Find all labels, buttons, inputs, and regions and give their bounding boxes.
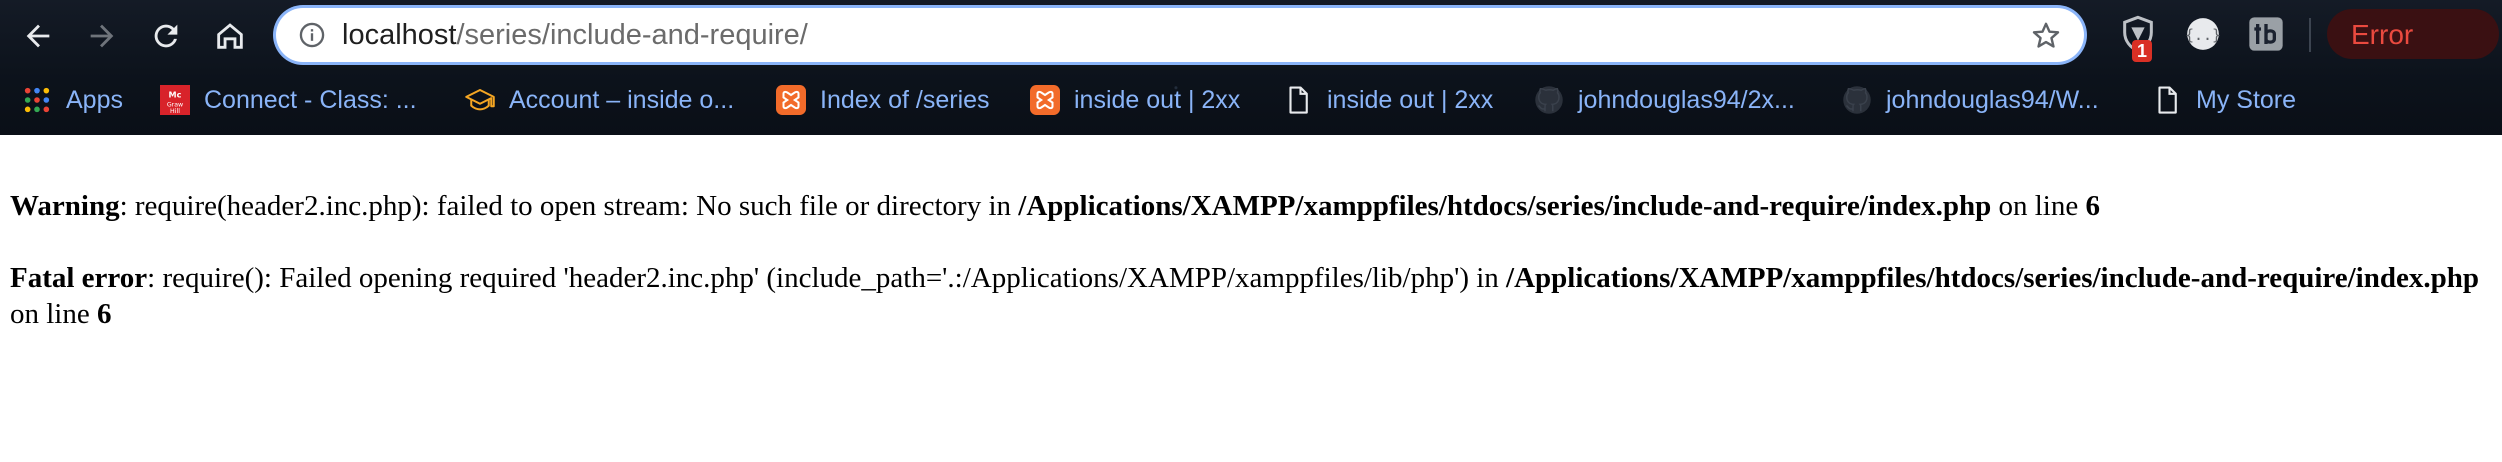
bookmark-johndouglas94-2x[interactable]: johndouglas94/2x... [1534,82,1795,118]
browser-chrome: localhost/series/include-and-require/ 1 … [0,0,2502,135]
bookmark-label: johndouglas94/2x... [1578,86,1795,114]
warning-text: : require(header2.inc.php): failed to op… [119,190,1019,222]
bookmark-connect-class[interactable]: Mc Graw Hill Connect - Class: ... [160,82,417,118]
bookmark-inside-out-1[interactable]: inside out | 2xx [1030,82,1240,118]
bookmark-label: Account – inside o... [509,86,735,114]
bookmark-index-of-series[interactable]: Index of /series [776,82,990,118]
back-arrow-icon [26,24,50,48]
tb-extension-icon [2249,17,2283,51]
bookmark-label: Apps [66,86,123,114]
bookmark-label: johndouglas94/W... [1886,86,2099,114]
reload-button[interactable] [144,14,188,58]
bookmark-inside-out-2[interactable]: inside out | 2xx [1283,82,1493,118]
profile-error-label: Error [2351,19,2414,50]
url-host: localhost [342,19,457,51]
document-icon [2152,85,2182,115]
page-content: Warning: require(header2.inc.php): faile… [10,188,2490,332]
bookmark-label: inside out | 2xx [1074,86,1241,114]
extension-badge: 1 [2132,40,2153,62]
info-icon[interactable] [298,21,326,49]
svg-text:{..}: {..} [2185,26,2221,44]
graduation-cap-icon [465,85,495,115]
toolbar-separator [2309,18,2311,52]
extension-json-button[interactable]: {..} [2183,14,2223,54]
url-path: /series/include-and-require/ [456,19,808,51]
warning-on-line-text: on line [1991,190,2086,222]
bookmark-my-store[interactable]: My Store [2152,82,2296,118]
forward-arrow-icon [90,24,114,48]
warning-label: Warning [10,190,120,222]
warning-line-number: 6 [2085,190,2100,222]
extension-tb-button[interactable] [2246,14,2286,54]
json-viewer-icon: {..} [2185,18,2221,50]
bookmark-label: Index of /series [820,86,990,114]
apps-grid-icon [22,85,52,115]
php-fatal-error-message: Fatal error: require(): Failed opening r… [10,260,2490,332]
profile-error-button[interactable]: Error [2327,9,2499,59]
xampp-icon [1030,85,1060,115]
fatal-line-number: 6 [97,298,112,330]
svg-text:Hill: Hill [170,108,180,115]
document-icon [1283,85,1313,115]
warning-file-path: /Applications/XAMPP/xamppfiles/htdocs/se… [1018,190,1992,222]
bookmark-star-icon[interactable] [2030,19,2062,51]
php-warning-message: Warning: require(header2.inc.php): faile… [10,188,2490,224]
back-button[interactable] [16,14,60,58]
mcgraw-hill-icon: Mc Graw Hill [160,85,190,115]
svg-text:Mc: Mc [169,90,182,100]
reload-icon [154,24,178,48]
fatal-error-text: : require(): Failed opening required 'he… [147,262,1507,294]
bookmark-label: My Store [2196,86,2297,114]
bookmark-account-inside-out[interactable]: Account – inside o... [465,82,734,118]
fatal-error-file-path: /Applications/XAMPP/xamppfiles/htdocs/se… [1506,262,2479,294]
bookmark-apps[interactable]: Apps [22,82,123,118]
github-icon [1534,85,1564,115]
url-text: localhost/series/include-and-require/ [342,19,808,51]
forward-button[interactable] [80,14,124,58]
bookmark-label: inside out | 2xx [1327,86,1494,114]
bookmark-johndouglas94-w[interactable]: johndouglas94/W... [1842,82,2099,118]
address-bar[interactable]: localhost/series/include-and-require/ [276,8,2084,62]
bookmark-label: Connect - Class: ... [204,86,417,114]
xampp-icon [776,85,806,115]
home-button[interactable] [208,14,252,58]
github-icon [1842,85,1872,115]
home-icon [217,23,243,49]
fatal-on-line-text: on line [10,298,97,330]
fatal-error-label: Fatal error [10,262,148,294]
